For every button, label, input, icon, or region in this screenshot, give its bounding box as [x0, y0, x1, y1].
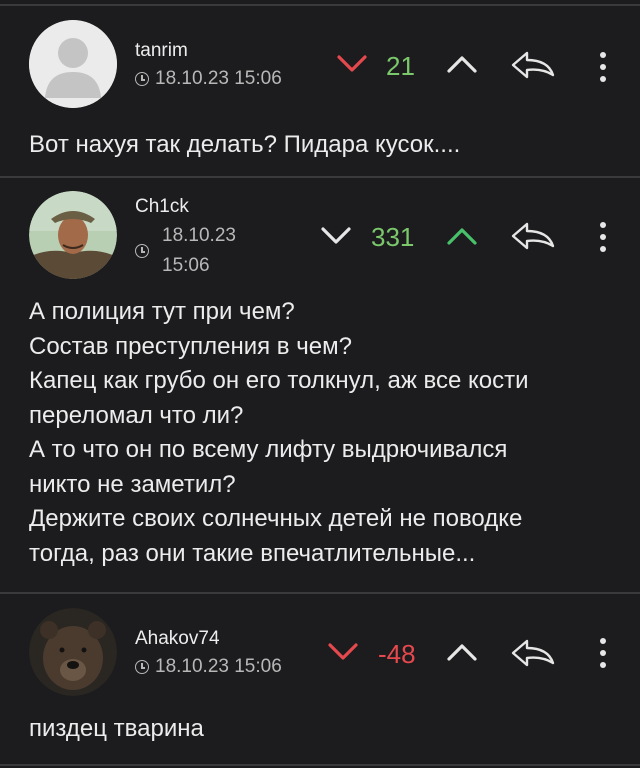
more-options-icon[interactable] [597, 50, 609, 84]
upvote-button[interactable] [446, 225, 478, 247]
downvote-button[interactable] [327, 641, 359, 663]
comment-2: Ch1ck 18.10.23 15:06 331 А полиция тут п… [0, 178, 640, 592]
comment-line: А полиция тут при чем? [29, 298, 295, 325]
comment-line: тогда, раз они такие впечатлительные... [29, 539, 476, 567]
clock-icon [135, 244, 149, 258]
username[interactable]: tanrim [135, 40, 188, 62]
comment-date: 18.10.23 15:06 [135, 221, 236, 281]
man-in-hat-avatar [29, 191, 117, 279]
more-options-icon[interactable] [597, 220, 609, 254]
date-line: 18.10.23 [162, 225, 236, 246]
comment-line: Вот нахуя так делать? Пидара кусок.... [29, 131, 461, 158]
comment-score: 331 [371, 222, 415, 252]
time-line: 15:06 [162, 255, 210, 276]
comment-text: пиздец тварина [29, 712, 204, 747]
comment-date: 18.10.23 15:06 [135, 64, 282, 94]
avatar[interactable] [29, 608, 117, 696]
upvote-button[interactable] [446, 641, 478, 663]
username[interactable]: Ch1ck [135, 196, 189, 218]
comment-line: Держите своих солнечных детей не поводке [29, 505, 523, 532]
comment-text: А полиция тут при чем? Состав преступлен… [29, 295, 529, 571]
default-avatar-icon [29, 20, 117, 108]
reply-icon[interactable] [510, 638, 556, 668]
comment-score: -48 [378, 639, 416, 669]
bottom-divider [0, 764, 640, 766]
comment-score: 21 [386, 51, 415, 81]
comment-line: никто не заметил? [29, 470, 236, 498]
bear-avatar [29, 608, 117, 696]
comment-text: Вот нахуя так делать? Пидара кусок.... [29, 128, 460, 163]
downvote-button[interactable] [336, 53, 368, 75]
comment-1: tanrim 18.10.23 15:06 21 Вот нахуя так д… [0, 6, 640, 176]
upvote-button[interactable] [446, 53, 478, 75]
downvote-button[interactable] [320, 225, 352, 247]
comment-3: Ahakov74 18.10.23 15:06 -48 пиздец твари… [0, 594, 640, 764]
comment-line: Состав преступления в чем? [29, 332, 352, 360]
username[interactable]: Ahakov74 [135, 628, 220, 650]
comment-line: переломал что ли? [29, 401, 244, 429]
comment-line: Капец как грубо он его толкнул, аж все к… [29, 367, 529, 394]
comment-date: 18.10.23 15:06 [135, 652, 282, 682]
clock-icon [135, 71, 149, 86]
comment-line: А то что он по всему лифту выдрючивался [29, 436, 508, 463]
more-options-icon[interactable] [597, 636, 609, 670]
avatar[interactable] [29, 20, 117, 108]
clock-icon [135, 659, 149, 674]
avatar[interactable] [29, 191, 117, 279]
reply-icon[interactable] [510, 221, 556, 251]
reply-icon[interactable] [510, 50, 556, 80]
comment-line: пиздец тварина [29, 715, 204, 742]
